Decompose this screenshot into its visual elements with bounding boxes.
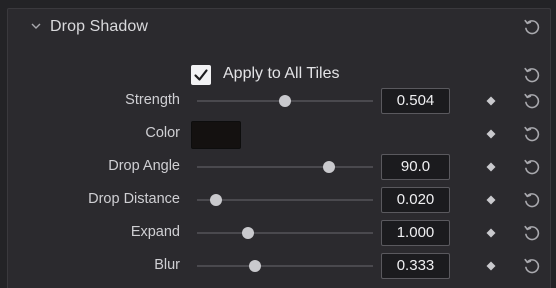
apply-to-all-label: Apply to All Tiles xyxy=(223,65,340,82)
drop-distance-value-field[interactable]: 0.020 xyxy=(381,187,450,213)
drop-distance-reset-button[interactable] xyxy=(521,189,543,211)
expand-reset-button[interactable] xyxy=(521,222,543,244)
drop-shadow-header[interactable]: Drop Shadow xyxy=(8,9,550,45)
strength-label: Strength xyxy=(125,92,180,108)
keyframe-diamond-icon[interactable] xyxy=(486,195,496,205)
strength-slider[interactable] xyxy=(197,95,373,107)
apply-to-all-checkbox[interactable] xyxy=(191,65,211,85)
blur-value-field[interactable]: 0.333 xyxy=(381,253,450,279)
checkmark-icon xyxy=(194,69,208,81)
apply-reset-button[interactable] xyxy=(521,64,543,86)
keyframe-diamond-icon[interactable] xyxy=(486,96,496,106)
param-row-blur: Blur 0.333 xyxy=(8,250,550,282)
drop-angle-slider-thumb[interactable] xyxy=(323,161,335,173)
color-reset-button[interactable] xyxy=(521,123,543,145)
expand-label: Expand xyxy=(130,224,180,240)
section-reset-button[interactable] xyxy=(521,16,543,38)
drop-angle-value-field[interactable]: 90.0 xyxy=(381,154,450,180)
keyframe-diamond-icon[interactable] xyxy=(486,162,496,172)
drop-angle-label: Drop Angle xyxy=(108,158,180,174)
chevron-down-icon[interactable] xyxy=(30,21,42,31)
reset-icon xyxy=(524,19,540,35)
reset-icon xyxy=(524,225,540,241)
expand-value-field[interactable]: 1.000 xyxy=(381,220,450,246)
drop-shadow-panel: Drop Shadow Apply to All Tiles Strength … xyxy=(7,8,551,288)
color-label: Color xyxy=(145,125,180,141)
param-row-color: Color xyxy=(8,118,550,150)
expand-slider-thumb[interactable] xyxy=(242,227,255,239)
color-swatch[interactable] xyxy=(191,121,241,149)
drop-distance-label: Drop Distance xyxy=(88,191,180,207)
drop-angle-slider[interactable] xyxy=(197,161,373,173)
strength-slider-thumb[interactable] xyxy=(279,95,291,107)
keyframe-diamond-icon[interactable] xyxy=(486,228,496,238)
param-row-drop-angle: Drop Angle 90.0 xyxy=(8,151,550,183)
param-row-expand: Expand 1.000 xyxy=(8,217,550,249)
strength-reset-button[interactable] xyxy=(521,90,543,112)
reset-icon xyxy=(524,192,540,208)
param-row-drop-distance: Drop Distance 0.020 xyxy=(8,184,550,216)
blur-slider-thumb[interactable] xyxy=(249,260,262,272)
keyframe-diamond-icon[interactable] xyxy=(486,129,496,139)
section-title: Drop Shadow xyxy=(50,18,149,35)
drop-distance-slider-thumb[interactable] xyxy=(210,194,223,206)
reset-icon xyxy=(524,67,540,83)
blur-slider[interactable] xyxy=(197,260,373,272)
reset-icon xyxy=(524,159,540,175)
reset-icon xyxy=(524,93,540,109)
drop-angle-reset-button[interactable] xyxy=(521,156,543,178)
keyframe-diamond-icon[interactable] xyxy=(486,261,496,271)
blur-reset-button[interactable] xyxy=(521,255,543,277)
inspector-background: Drop Shadow Apply to All Tiles Strength … xyxy=(0,0,556,288)
expand-slider[interactable] xyxy=(197,227,373,239)
reset-icon xyxy=(524,258,540,274)
blur-label: Blur xyxy=(154,257,180,273)
drop-distance-slider[interactable] xyxy=(197,194,373,206)
strength-value-field[interactable]: 0.504 xyxy=(381,88,450,114)
reset-icon xyxy=(524,126,540,142)
param-row-strength: Strength 0.504 xyxy=(8,85,550,117)
